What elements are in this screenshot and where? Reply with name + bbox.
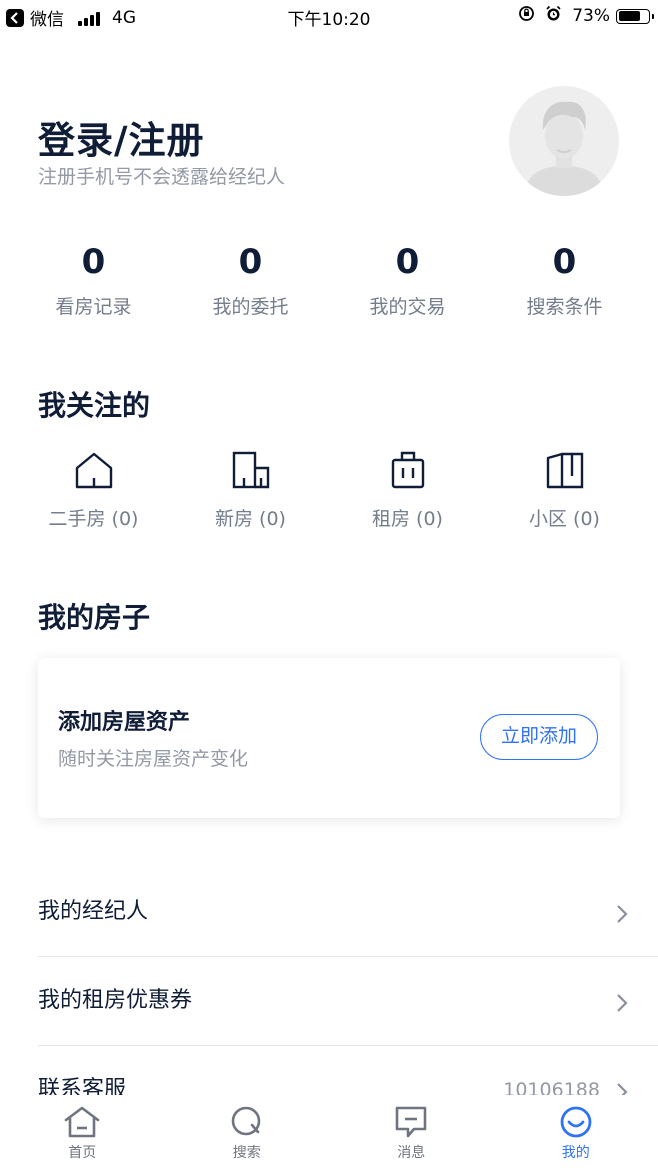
chevron-right-icon [617, 905, 628, 923]
stat-value: 0 [81, 242, 106, 282]
login-subtitle: 注册手机号不会透露给经纪人 [38, 166, 286, 188]
card-subtitle: 随时关注房屋资产变化 [58, 748, 249, 770]
follow-row: 二手房 (0) 新房 (0) 租房 (0) 小区 (0) [15, 450, 643, 531]
follow-label: 租房 (0) [372, 508, 443, 530]
add-now-button[interactable]: 立即添加 [480, 714, 598, 760]
stat-my-entrust[interactable]: 0 我的委托 [172, 240, 329, 319]
list-item-rent-coupons[interactable]: 我的租房优惠券 [38, 957, 658, 1045]
suitcase-icon [391, 451, 424, 489]
rotation-lock-icon [518, 5, 535, 27]
network-label: 4G [112, 7, 136, 28]
follow-new-house[interactable]: 新房 (0) [172, 450, 329, 531]
alarm-icon [545, 5, 562, 27]
add-house-card[interactable]: 添加房屋资产 随时关注房屋资产变化 立即添加 [38, 658, 620, 818]
stat-search-conditions[interactable]: 0 搜索条件 [486, 240, 643, 319]
stat-my-deals[interactable]: 0 我的交易 [329, 240, 486, 319]
signal-icon [78, 10, 102, 26]
follow-rent[interactable]: 租房 (0) [329, 450, 486, 531]
chevron-right-icon [617, 994, 628, 1012]
status-bar: 微信 4G 下午10:20 73% [0, 0, 658, 34]
follow-community[interactable]: 小区 (0) [486, 450, 643, 531]
home-icon [64, 1106, 100, 1138]
follow-label: 新房 (0) [215, 508, 286, 530]
follow-second-hand[interactable]: 二手房 (0) [15, 450, 172, 531]
stat-value: 0 [552, 242, 577, 282]
stat-label: 我的交易 [369, 296, 446, 318]
building-icon [232, 451, 269, 489]
tab-label: 消息 [397, 1145, 426, 1161]
list-item-my-agent[interactable]: 我的经纪人 [38, 868, 658, 956]
follow-label: 二手房 (0) [48, 508, 139, 530]
back-to-app-icon[interactable] [6, 8, 24, 27]
tab-label: 首页 [68, 1145, 97, 1161]
login-register-title[interactable]: 登录/注册 [38, 110, 205, 164]
stat-label: 看房记录 [55, 296, 132, 318]
stat-view-history[interactable]: 0 看房记录 [15, 240, 172, 319]
default-avatar-icon [523, 101, 605, 196]
profile-icon [560, 1106, 592, 1138]
list-item-label: 我的经纪人 [38, 899, 149, 924]
tab-messages[interactable]: 消息 [329, 1095, 494, 1170]
follow-label: 小区 (0) [529, 508, 600, 530]
card-title: 添加房屋资产 [58, 710, 191, 735]
tab-bar: 首页 搜索 消息 我的 [0, 1095, 658, 1170]
search-icon [231, 1106, 261, 1136]
follow-section-title: 我关注的 [38, 389, 151, 422]
tab-label: 搜索 [232, 1145, 261, 1161]
stat-value: 0 [238, 242, 263, 282]
message-icon [395, 1106, 427, 1138]
stat-value: 0 [395, 242, 420, 282]
stats-row: 0 看房记录 0 我的委托 0 我的交易 0 搜索条件 [15, 240, 643, 319]
tab-label: 我的 [561, 1145, 590, 1161]
stat-label: 搜索条件 [526, 296, 603, 318]
avatar[interactable] [509, 86, 619, 196]
stat-label: 我的委托 [212, 296, 289, 318]
tab-search[interactable]: 搜索 [165, 1095, 330, 1170]
tab-mine[interactable]: 我的 [494, 1095, 658, 1170]
community-icon [546, 452, 583, 489]
battery-icon [616, 8, 654, 24]
tab-home[interactable]: 首页 [0, 1095, 165, 1170]
house-icon [75, 452, 112, 489]
list-item-label: 我的租房优惠券 [38, 988, 193, 1013]
battery-label: 73% [572, 6, 610, 26]
back-app-label[interactable]: 微信 [30, 5, 64, 30]
my-house-title: 我的房子 [38, 601, 151, 634]
